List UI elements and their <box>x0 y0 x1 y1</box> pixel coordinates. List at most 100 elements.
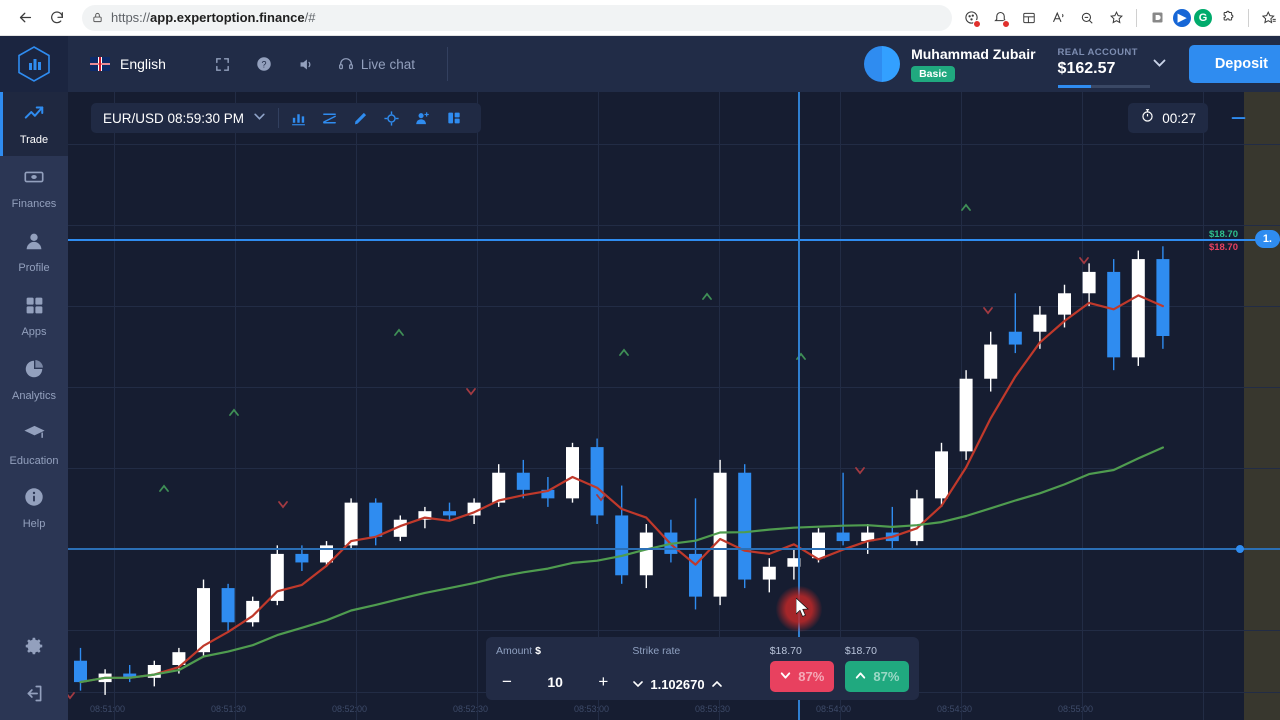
read-aloud-icon[interactable] <box>1045 5 1071 31</box>
chevron-down-icon[interactable] <box>1152 57 1167 71</box>
arrow-down-icon <box>779 669 792 685</box>
target-icon[interactable] <box>376 103 407 133</box>
balance-selector[interactable]: REAL ACCOUNT $162.57 <box>1057 47 1150 88</box>
sidebar-item-logout[interactable] <box>0 672 68 720</box>
account-name: Muhammad Zubair <box>911 46 1036 62</box>
fullscreen-icon[interactable] <box>214 56 231 73</box>
chevron-down-icon[interactable] <box>632 679 644 691</box>
live-chat-label: Live chat <box>360 56 415 72</box>
toolbar-divider-2 <box>1248 8 1249 27</box>
time-axis-label: 08:51:00 <box>90 704 126 714</box>
sidebar-item-label: Apps <box>21 325 47 338</box>
trade-panel: Amount $ − 10 + Strike rate 1.102670 $18… <box>486 637 919 700</box>
extension-puzzle-icon[interactable] <box>1215 5 1241 31</box>
sidebar-item-analytics[interactable]: Analytics <box>0 348 68 412</box>
draw-pencil-icon[interactable] <box>345 103 376 133</box>
deposit-button[interactable]: Deposit <box>1188 45 1280 83</box>
buy-up-button[interactable]: 87% <box>844 661 909 692</box>
expertoption-app: English ? Live chat Muhammad Zubair Basi… <box>0 36 1280 720</box>
favorites-icon[interactable] <box>1256 5 1280 31</box>
minimize-icon[interactable] <box>1223 103 1253 133</box>
chevron-up-icon[interactable] <box>711 679 723 691</box>
person-icon <box>23 230 45 257</box>
expiry-timer: 00:27 <box>1128 103 1208 133</box>
time-axis-label: 08:54:30 <box>937 704 973 714</box>
help-circle-icon[interactable]: ? <box>255 55 273 73</box>
lock-icon <box>92 11 103 24</box>
time-axis: 08:51:00 08:51:30 08:52:00 08:52:30 08:53:00… <box>68 704 1280 720</box>
address-bar[interactable]: https://app.expertoption.finance/# <box>82 4 952 31</box>
sound-icon[interactable] <box>297 56 314 73</box>
sidebar-item-help[interactable]: Help <box>0 476 68 540</box>
chart-toolbar: EUR/USD 08:59:30 PM <box>91 103 482 133</box>
amount-label: Amount $ <box>496 645 541 657</box>
extension-grammarly-icon[interactable]: G <box>1194 8 1212 27</box>
avatar[interactable] <box>864 46 901 82</box>
extension-blue-icon[interactable]: ▶ <box>1173 8 1191 27</box>
sidebar-item-education[interactable]: Education <box>0 412 68 476</box>
sidebar-item-trade[interactable]: Trade <box>0 92 68 156</box>
back-arrow-icon[interactable] <box>10 3 40 33</box>
zoom-out-icon[interactable] <box>1074 5 1100 31</box>
arrow-up-icon <box>854 669 867 685</box>
current-price-bubble: 1. <box>1254 230 1280 248</box>
live-chat-button[interactable]: Live chat <box>338 56 415 72</box>
sidebar-item-label: Education <box>9 454 59 467</box>
amount-control: Amount $ − 10 + <box>496 645 622 692</box>
amount-stepper: − 10 + <box>496 672 622 692</box>
url-text: https://app.expertoption.finance/# <box>111 10 316 25</box>
header-divider <box>446 47 448 81</box>
sidebar-item-label: Help <box>22 518 46 530</box>
down-deal-column: $18.70 87% <box>769 645 834 692</box>
strike-label-up: $18.70 <box>1208 229 1238 240</box>
strike-line-lower <box>68 548 1280 550</box>
strike-stepper: 1.102670 <box>632 677 758 692</box>
info-circle-icon <box>23 486 45 513</box>
sell-down-button[interactable]: 87% <box>769 661 834 692</box>
sidebar-item-finances[interactable]: Finances <box>0 156 68 220</box>
extension-b-icon[interactable] <box>1144 5 1170 31</box>
symbol-label[interactable]: EUR/USD 08:59:30 PM <box>103 111 244 126</box>
amount-value[interactable]: 10 <box>547 674 563 690</box>
split-screen-icon[interactable] <box>1016 5 1042 31</box>
strike-rate-value[interactable]: 1.102670 <box>650 677 704 692</box>
chart-area[interactable]: $18.70 $18.70 1. EUR/USD 08:59:30 PM 00:… <box>68 92 1280 720</box>
svg-text:?: ? <box>261 59 266 69</box>
toolbar-divider <box>278 108 280 128</box>
payout-down-amount: $18.70 <box>769 645 802 657</box>
amount-increase-button[interactable]: + <box>592 672 614 692</box>
up-deal-column: $18.70 87% <box>844 645 909 692</box>
layout-icon[interactable] <box>438 103 469 133</box>
language-label: English <box>120 56 166 72</box>
expertoption-logo-icon[interactable] <box>0 36 68 92</box>
strike-label-down: $18.70 <box>1208 242 1238 253</box>
browser-action-icons: ▶ G <box>958 5 1280 31</box>
amount-decrease-button[interactable]: − <box>496 672 518 692</box>
cookies-icon[interactable] <box>958 5 984 31</box>
price-dot-marker <box>1236 545 1244 553</box>
indicators-icon[interactable] <box>314 103 345 133</box>
add-favorite-icon[interactable] <box>1103 5 1129 31</box>
reload-icon[interactable] <box>42 3 72 33</box>
notification-bell-icon[interactable] <box>987 5 1013 31</box>
time-axis-label: 08:51:30 <box>211 704 247 714</box>
toolbar-divider <box>1136 8 1137 27</box>
sidebar-item-label: Analytics <box>11 390 57 402</box>
add-trader-icon[interactable] <box>407 103 438 133</box>
language-selector[interactable]: English <box>90 56 166 72</box>
balance-value: $162.57 <box>1057 59 1116 77</box>
header-tools: ? Live chat <box>214 55 415 73</box>
gear-icon <box>23 635 45 662</box>
app-header: English ? Live chat Muhammad Zubair Basi… <box>0 36 1280 92</box>
time-axis-label: 08:53:00 <box>574 704 610 714</box>
cookies-badge <box>973 19 981 28</box>
chart-type-icon[interactable] <box>283 103 314 133</box>
sidebar-item-profile[interactable]: Profile <box>0 220 68 284</box>
time-axis-label: 08:53:30 <box>695 704 731 714</box>
sidebar-item-settings[interactable] <box>0 624 68 672</box>
payout-up-amount: $18.70 <box>844 645 877 657</box>
up-payout-percent: 87% <box>873 669 900 684</box>
strike-line-upper <box>68 239 1280 241</box>
chevron-down-icon[interactable] <box>253 112 266 124</box>
sidebar-item-apps[interactable]: Apps <box>0 284 68 348</box>
